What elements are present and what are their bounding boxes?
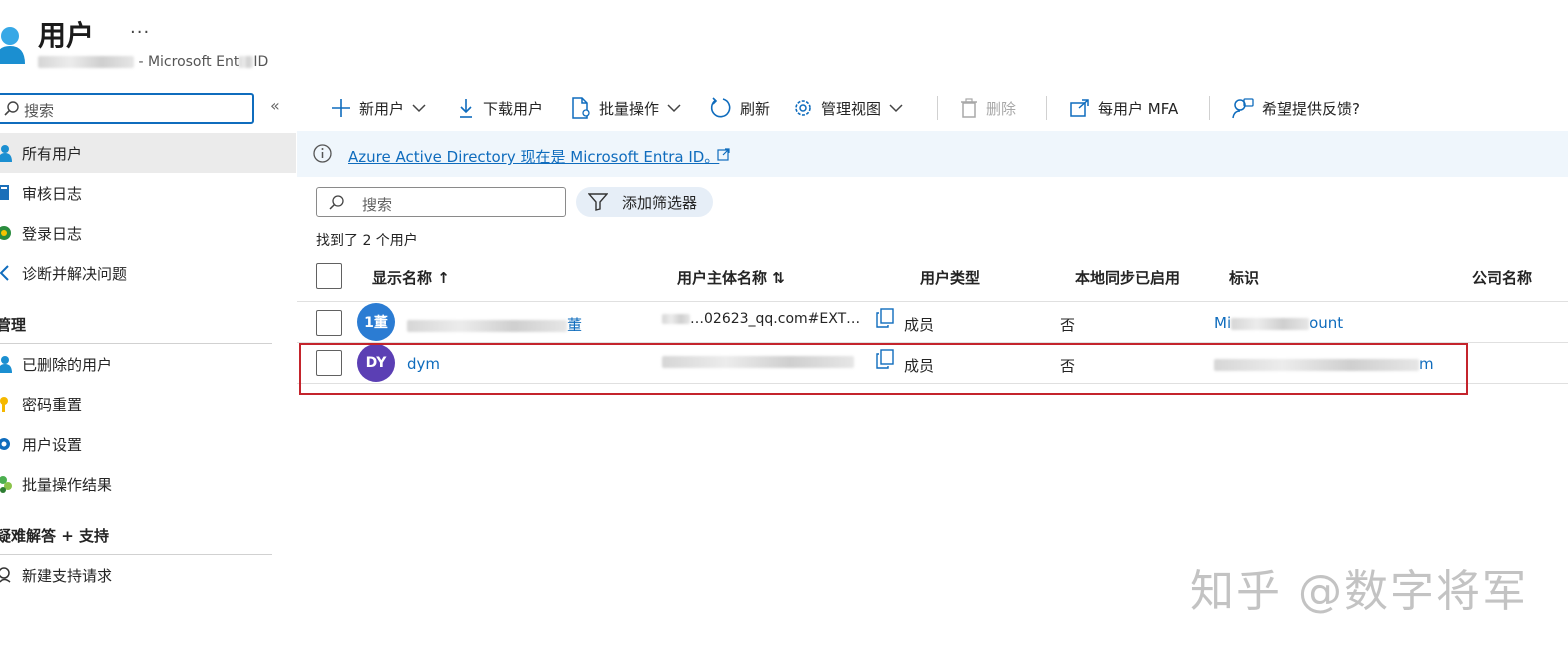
row-divider — [297, 301, 1568, 302]
search-icon — [329, 195, 344, 210]
user-display-name-link[interactable]: 董 — [407, 314, 582, 335]
user-type: 成员 — [904, 316, 935, 334]
info-icon — [313, 144, 332, 163]
gear-icon — [795, 100, 811, 116]
gear-icon — [0, 438, 10, 450]
row-checkbox[interactable] — [316, 310, 342, 336]
feedback-button[interactable]: 希望提供反馈? — [1232, 94, 1360, 122]
section-manage: 管理 — [0, 316, 27, 334]
sidebar-item-diagnose[interactable]: 诊断并解决问题 — [0, 253, 296, 293]
avatar: 1董 — [357, 303, 395, 341]
delete-button[interactable]: 删除 — [960, 94, 1016, 122]
external-link-icon — [717, 148, 730, 161]
plus-icon — [332, 99, 350, 117]
add-filter-button[interactable]: 添加筛选器 — [576, 187, 713, 217]
per-user-mfa-button[interactable]: 每用户 MFA — [1070, 94, 1178, 122]
select-all-checkbox[interactable] — [316, 263, 342, 289]
sidebar-item-deleted-users[interactable]: 已删除的用户 — [0, 344, 296, 384]
sidebar-item-audit-logs[interactable]: 审核日志 — [0, 173, 296, 213]
chevron-down-icon — [667, 104, 681, 113]
feedback-icon — [1232, 98, 1254, 119]
log-book-icon — [0, 185, 9, 200]
user-icon — [0, 356, 12, 373]
refresh-icon — [710, 97, 731, 118]
column-header-identity: 标识 — [1229, 269, 1260, 287]
download-icon — [460, 99, 472, 118]
collapse-sidebar-button[interactable]: « — [270, 96, 280, 115]
bulk-results-icon — [0, 476, 12, 493]
section-support: 疑难解答 + 支持 — [0, 527, 110, 545]
entra-id-link[interactable]: Azure Active Directory 现在是 Microsoft Ent… — [348, 146, 719, 167]
user-search-input[interactable]: 搜索 — [316, 187, 566, 217]
more-options-button[interactable]: ··· — [130, 22, 150, 43]
copy-icon[interactable] — [876, 308, 894, 328]
watermark: 知乎 @数字将军 — [1190, 566, 1528, 617]
info-banner: Azure Active Directory 现在是 Microsoft Ent… — [297, 131, 1568, 177]
search-icon — [4, 101, 19, 116]
result-count: 找到了 2 个用户 — [316, 233, 418, 249]
manage-view-button[interactable]: 管理视图 — [793, 94, 903, 122]
column-header-display-name[interactable]: 显示名称 ↑ — [372, 267, 450, 288]
chevron-down-icon — [412, 104, 426, 113]
new-user-button[interactable]: 新用户 — [331, 94, 426, 122]
sidebar-item-user-settings[interactable]: 用户设置 — [0, 424, 296, 464]
highlight-annotation-box — [299, 343, 1468, 395]
bulk-operations-button[interactable]: 批量操作 — [571, 94, 681, 122]
key-icon — [0, 397, 8, 412]
identity-issuer: Mi ount — [1214, 314, 1344, 332]
toolbar-separator — [1046, 96, 1047, 120]
chevron-down-icon — [889, 104, 903, 113]
sidebar-item-signin-logs[interactable]: 登录日志 — [0, 213, 296, 253]
sidebar-item-new-support-request[interactable]: 新建支持请求 — [0, 555, 296, 595]
refresh-button[interactable]: 刷新 — [710, 94, 770, 122]
user-icon — [0, 27, 25, 64]
sync-enabled: 否 — [1060, 316, 1076, 334]
user-icon — [0, 145, 12, 162]
document-icon — [572, 97, 590, 119]
column-header-upn[interactable]: 用户主体名称 ⇅ — [677, 267, 785, 288]
page-title: 用户 — [38, 19, 95, 52]
sidebar-search-input[interactable]: 搜索 — [0, 93, 254, 124]
column-header-user-type: 用户类型 — [920, 269, 981, 287]
download-users-button[interactable]: 下载用户 — [457, 94, 543, 122]
sidebar-item-all-users[interactable]: 所有用户 — [0, 133, 296, 173]
external-link-icon — [1070, 99, 1089, 117]
filter-icon — [588, 193, 608, 211]
wrench-icon — [0, 265, 9, 281]
column-header-sync: 本地同步已启用 — [1075, 269, 1181, 287]
support-person-icon — [0, 567, 11, 583]
tenant-subtitle: - Microsoft Ent ID — [38, 54, 268, 70]
toolbar-separator — [937, 96, 938, 120]
sidebar-item-bulk-results[interactable]: 批量操作结果 — [0, 464, 296, 504]
user-principal-name: …02623_qq.com#EXT… — [662, 311, 860, 327]
sidebar-item-password-reset[interactable]: 密码重置 — [0, 384, 296, 424]
signin-log-icon — [0, 226, 11, 240]
column-header-company: 公司名称 — [1472, 269, 1533, 287]
toolbar-separator — [1209, 96, 1210, 120]
trash-icon — [961, 98, 977, 118]
